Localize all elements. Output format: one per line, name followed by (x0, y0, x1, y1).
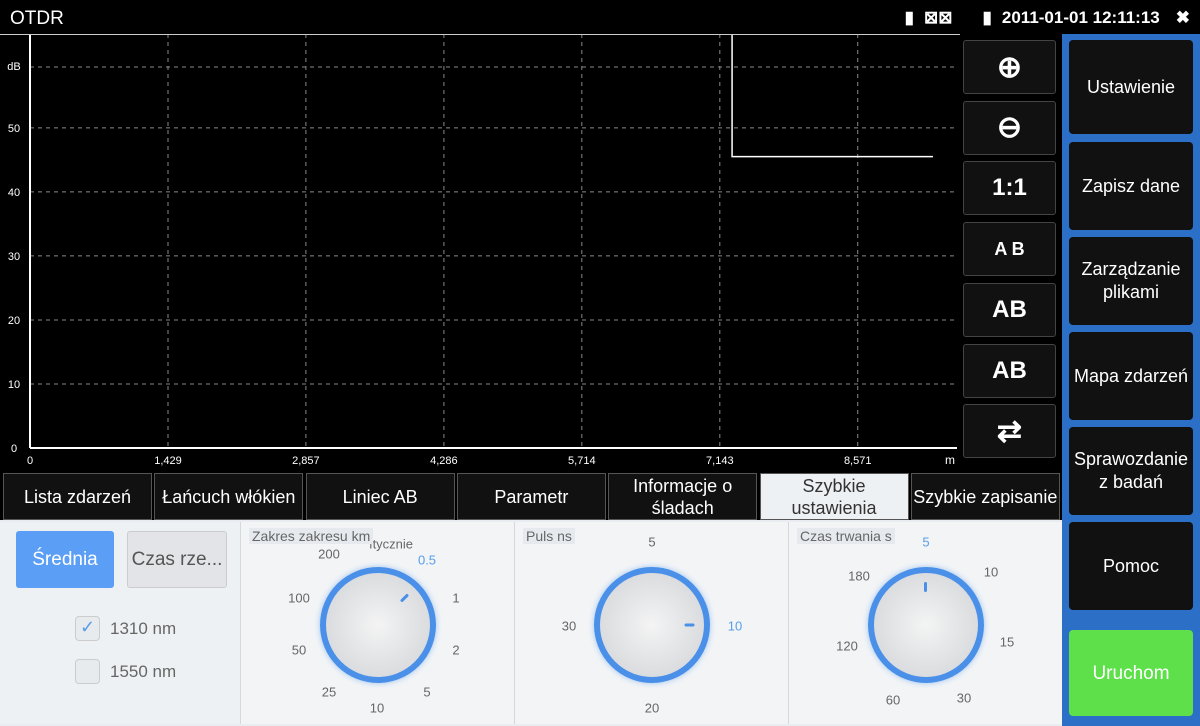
wavelength-1550-checkbox[interactable] (75, 659, 100, 684)
range-dial-section: ıtycznie Zakres zakresu km 200 0.5 100 1 50 2 25… (240, 522, 514, 724)
zoom-in-icon-button[interactable]: ⊕ (963, 40, 1056, 94)
tab-0[interactable]: Lista zdarzeń (3, 473, 152, 520)
time-option[interactable]: 30 (957, 691, 971, 706)
range-option[interactable]: 0.5 (418, 553, 436, 568)
side-button-2[interactable]: Zarządzanie plikami (1069, 237, 1193, 325)
pulse-title: Puls ns (523, 528, 575, 544)
screen-off-icon: ⊠⊠ (924, 8, 953, 27)
tab-6[interactable]: Szybkie zapisanie (910, 473, 1060, 520)
x-tick-label: 1,429 (154, 455, 182, 467)
swap-icon-button[interactable]: ⇄ (963, 404, 1056, 459)
y-tick-label: 40 (8, 187, 20, 199)
hidden-label: ıtycznie (368, 536, 414, 552)
y-axis-label: dB (7, 61, 20, 73)
pulse-option[interactable]: 10 (728, 619, 742, 634)
range-knob[interactable] (320, 567, 436, 683)
range-option[interactable]: 25 (322, 685, 336, 700)
tab-4[interactable]: Informacje o śladach (608, 473, 758, 520)
side-button-1[interactable]: Zapisz dane (1069, 142, 1193, 230)
side-button-5[interactable]: Pomoc (1069, 522, 1193, 610)
sd-card-icon: ▮ (904, 8, 915, 27)
zoom-out-icon: ⊖ (996, 111, 1023, 145)
x-tick-label: 8,571 (844, 455, 872, 467)
close-icon[interactable]: ✖ (1176, 8, 1190, 28)
range-option[interactable]: 10 (370, 701, 384, 716)
pulse-option[interactable]: 30 (562, 619, 576, 634)
status-area: ▮ ⊠⊠ ▮ 2011-01-01 12:11:13 ✖ (905, 8, 1190, 28)
status-bar: OTDR ▮ ⊠⊠ ▮ 2011-01-01 12:11:13 ✖ (0, 0, 1200, 34)
move-a-left-icon: AB (992, 295, 1027, 323)
y-tick-label: 30 (8, 251, 20, 263)
y-tick-label: 50 (8, 123, 20, 135)
move-a-left-icon-button[interactable]: AB (963, 282, 1056, 337)
side-button-4[interactable]: Sprawozdanie z badań (1069, 427, 1193, 515)
knob-pointer (684, 623, 695, 627)
x-tick-label: 5,714 (568, 455, 596, 467)
mode-section: Średnia Czas rze... ✓ 1310 nm 1550 nm (0, 522, 240, 724)
range-option[interactable]: 1 (452, 591, 459, 606)
time-option[interactable]: 15 (1000, 635, 1014, 650)
pulse-option[interactable]: 20 (645, 701, 659, 716)
y-tick-label: 10 (8, 379, 20, 391)
zoom-in-icon: ⊕ (996, 50, 1023, 84)
side-button-3[interactable]: Mapa zdarzeń (1069, 332, 1193, 420)
time-option[interactable]: 60 (886, 693, 900, 708)
tab-2[interactable]: Liniec AB (305, 473, 455, 520)
realtime-button[interactable]: Czas rze... (127, 531, 227, 588)
x-axis-label: m (945, 453, 955, 467)
x-tick-label: 0 (27, 455, 33, 467)
time-option[interactable]: 10 (984, 565, 998, 580)
datetime: 2011-01-01 12:11:13 (1001, 8, 1160, 27)
knob-pointer (924, 582, 927, 592)
pulse-option[interactable]: 5 (648, 535, 655, 550)
range-option[interactable]: 2 (452, 643, 459, 658)
move-b-right-icon-button[interactable]: AB (963, 343, 1056, 398)
knob-pointer (399, 593, 409, 603)
pulse-dial-section: Puls ns 5 30 10 20 (514, 522, 788, 724)
tab-3[interactable]: Parametr (456, 473, 606, 520)
battery-icon: ▮ (982, 8, 992, 27)
x-tick-label: 7,143 (706, 455, 734, 467)
time-title: Czas trwania s (797, 528, 895, 544)
range-option[interactable]: 50 (292, 643, 306, 658)
x-tick-label: 2,857 (292, 455, 320, 467)
side-button-0[interactable]: Ustawienie (1069, 40, 1193, 134)
range-option[interactable]: 200 (318, 547, 340, 562)
average-button[interactable]: Średnia (16, 531, 114, 588)
time-dial-section: Czas trwania s 5 180 10 120 15 60 30 (788, 522, 1062, 724)
y-tick-label: 20 (8, 315, 20, 327)
tab-1[interactable]: Łańcuch włókien (154, 473, 304, 520)
wavelength-1310-checkbox[interactable]: ✓ (75, 616, 100, 641)
swap-icon: ⇄ (996, 414, 1023, 448)
side-menu: Ustawienie Zapisz dane Zarządzanie plikami… (1062, 34, 1200, 726)
x-tick-label: 4,286 (430, 455, 458, 467)
range-option[interactable]: 100 (288, 591, 310, 606)
lock-ab-icon: A B (994, 238, 1025, 259)
time-knob[interactable] (868, 567, 984, 683)
range-option[interactable]: 5 (423, 685, 430, 700)
app-title: OTDR (10, 8, 64, 29)
y-tick-label: 0 (11, 443, 17, 455)
lock-ab-icon-button[interactable]: A B (963, 222, 1056, 277)
time-option[interactable]: 5 (922, 535, 929, 550)
side-button-6[interactable]: Uruchom (1069, 630, 1193, 716)
time-option[interactable]: 120 (836, 639, 858, 654)
time-option[interactable]: 180 (848, 569, 870, 584)
one-to-one-label: 1:1 (992, 174, 1027, 202)
trace-line (731, 35, 933, 158)
wavelength-1550-label: 1550 nm (110, 662, 177, 681)
tab-5[interactable]: Szybkie ustawienia (759, 473, 909, 520)
pulse-knob[interactable] (594, 567, 710, 683)
zoom-out-icon-button[interactable]: ⊖ (963, 100, 1056, 155)
otdr-trace-chart[interactable]: 0 1,429 2,857 4,286 5,714 7,143 8,571 0 10 20 30 40… (0, 34, 960, 472)
move-b-right-icon: AB (992, 356, 1027, 384)
range-title: Zakres zakresu km (249, 528, 374, 544)
one-to-one-button[interactable]: 1:1 (963, 161, 1056, 216)
wavelength-1310-label: 1310 nm (110, 619, 177, 638)
